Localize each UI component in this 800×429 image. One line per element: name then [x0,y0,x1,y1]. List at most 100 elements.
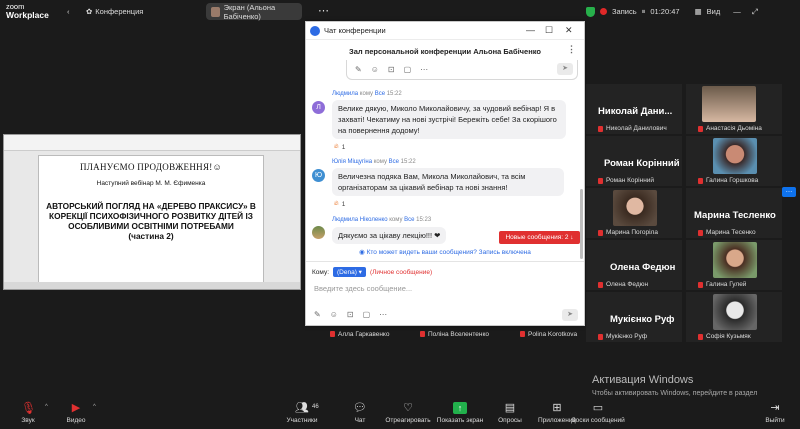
caption-text: Галина Гулей [706,281,747,288]
react-button[interactable]: ♡ Отреагировать [383,402,433,424]
grid-icon[interactable]: ▦ [695,7,702,16]
video-tile[interactable]: Галина Горшкова [686,136,782,186]
message-text: Дякуємо за цікаву лекцію!!! ❤ [332,227,447,244]
pause-icon[interactable]: ⏸ [642,7,646,17]
chevron-up-icon[interactable]: ^ [93,404,96,410]
polls-button[interactable]: ▤ Опросы [485,402,535,424]
more-icon[interactable]: ⋯ [420,65,428,74]
video-tile[interactable]: Мукієнко Руф Мукієнко Руф [586,292,682,342]
muted-icon [698,281,703,288]
emoji-icon[interactable]: ☺ [371,65,379,74]
polls-label: Опросы [498,417,522,424]
video-tile[interactable]: Марина Тесленко Марина Тесенко [686,188,782,238]
attach-icon[interactable]: ▢ [404,65,412,74]
document-statusbar [4,282,300,289]
muted-icon [698,333,703,340]
video-tile[interactable]: Олена Федюн Олена Федюн [586,240,682,290]
screenshot-icon[interactable]: ⊡ [388,65,395,74]
record-dot-icon [600,8,607,15]
format-icon[interactable]: ✎ [355,65,362,74]
participant-name: Марина Тесленко [694,210,776,221]
new-messages-button[interactable]: Новые сообщения: 2 ↓ [499,231,580,244]
document-page: ПЛАНУЄМО ПРОДОВЖЕННЯ!☺ Наступний вебінар… [38,155,264,283]
view-button[interactable]: Вид [707,7,721,16]
sender-name[interactable]: Людмила [332,91,358,97]
muted-icon [698,229,703,236]
recipient: Все [374,91,386,97]
participant-caption: Анастасія Дьоміна [698,125,762,132]
more-icon[interactable]: ⋯ [318,4,329,17]
muted-icon [420,331,425,337]
participants-count: 46 [312,404,319,410]
caption-text: Марина Тесенко [706,229,756,236]
apps-icon: ⊞ [552,402,562,414]
conference-menu[interactable]: ✿ Конференция [86,7,143,16]
whiteboards-button[interactable]: ▭ Доски сообщений [568,402,628,424]
doc-title-text: АВТОРСЬКИЙ ПОГЛЯД НА «ДЕРЕВО ПРАКСИСУ» В… [46,201,256,231]
leave-label: Выйти [765,417,785,424]
doc-title-part: (частина 2) [128,231,174,241]
chat-header-title: Зал персональной конференции Альона Бабі… [349,46,541,56]
screen-share-indicator[interactable]: Экран (Альона Бабіченко) [206,3,302,21]
avatar [211,6,220,17]
share-screen-button[interactable]: ↑ Показать экран [435,402,485,424]
muted-icon [598,229,603,236]
video-tile[interactable]: Марина Погоріла [586,188,682,238]
attach-icon[interactable]: ▢ [363,310,371,319]
participant-name: Роман Корінний [604,158,680,169]
video-tile[interactable]: Софія Кузьмяк [686,292,782,342]
chevron-up-icon[interactable]: ^ [45,404,48,410]
more-icon[interactable]: ⋮ [567,44,576,55]
reaction[interactable]: 🔥︎ 1 [334,200,345,208]
zoom-logo: zoom Workplace [6,3,49,20]
video-tile[interactable]: Николай Дани... Николай Данилович [586,84,682,134]
caption-text: Софія Кузьмяк [706,333,751,340]
video-label: Видео [66,417,86,424]
participants-button[interactable]: 👥︎ Участники [277,402,327,424]
sender-name[interactable]: Людмила Ніколенко [332,217,388,223]
fullscreen-icon[interactable]: ⤢ [752,7,758,17]
strip-name: Polina Korotkova [528,330,578,338]
maximize-icon[interactable]: ☐ [545,25,553,36]
reaction[interactable]: 🔥︎ 1 [334,143,345,151]
participant-video [713,242,757,278]
heart-icon: ♡ [403,402,413,414]
chat-button[interactable]: 💬︎ Чат [335,402,385,424]
strip-participant: Поліна Вселентенко [420,329,489,339]
zoom-icon [310,25,320,36]
screenshot-icon[interactable]: ⊡ [347,310,354,319]
message-text: Велике дякую, Миколо Миколайовичу, за чу… [332,100,566,139]
who-can-see-link[interactable]: ◉ Кто может видеть ваши сообщения? Запис… [306,248,584,256]
shield-icon [586,6,595,17]
leave-button[interactable]: ⇥ Выйти [750,402,800,424]
document-toolbar [4,135,300,151]
polls-icon: ▤ [504,402,516,414]
minimize-icon[interactable]: — [526,25,535,35]
format-icon[interactable]: ✎ [314,310,321,319]
participants-label: Участники [286,417,318,424]
video-tile[interactable]: Галина Гулей [686,240,782,290]
sender-name[interactable]: Юлія Міщугіна [332,159,372,165]
message-meta: Людмила кому Все 15:22 [332,91,402,97]
message-input[interactable]: Введите здесь сообщение... [314,284,412,293]
to-word: кому [373,159,387,165]
more-icon[interactable]: ⋯ [379,310,387,319]
send-button[interactable]: ➤ [562,309,578,321]
recipient-select[interactable]: (Dena) ▾ [333,267,366,277]
more-options-button[interactable]: … [782,187,796,197]
video-tile[interactable]: Анастасія Дьоміна [686,84,782,134]
video-tile[interactable]: Роман Корінний Роман Корінний [586,136,682,186]
send-button[interactable]: ➤ [557,63,573,75]
recording-indicator[interactable]: Запись ⏸ 01:20:47 ▦ Вид — ⤢ [586,4,758,19]
emoji-icon[interactable]: ☺ [330,310,338,319]
close-icon[interactable]: ✕ [565,25,573,36]
muted-icon [330,331,335,337]
private-message-label: (Личное сообщение) [369,268,433,276]
camera-off-icon: ▶︎ [71,402,81,414]
chat-scrollbar[interactable] [580,64,583,274]
minimize-icon[interactable]: — [733,7,741,16]
muted-icon [598,333,603,340]
back-chevron-icon[interactable]: ‹ [67,7,70,16]
doc-heading: ПЛАНУЄМО ПРОДОВЖЕННЯ!☺ [79,162,223,172]
react-label: Отреагировать [385,417,431,424]
